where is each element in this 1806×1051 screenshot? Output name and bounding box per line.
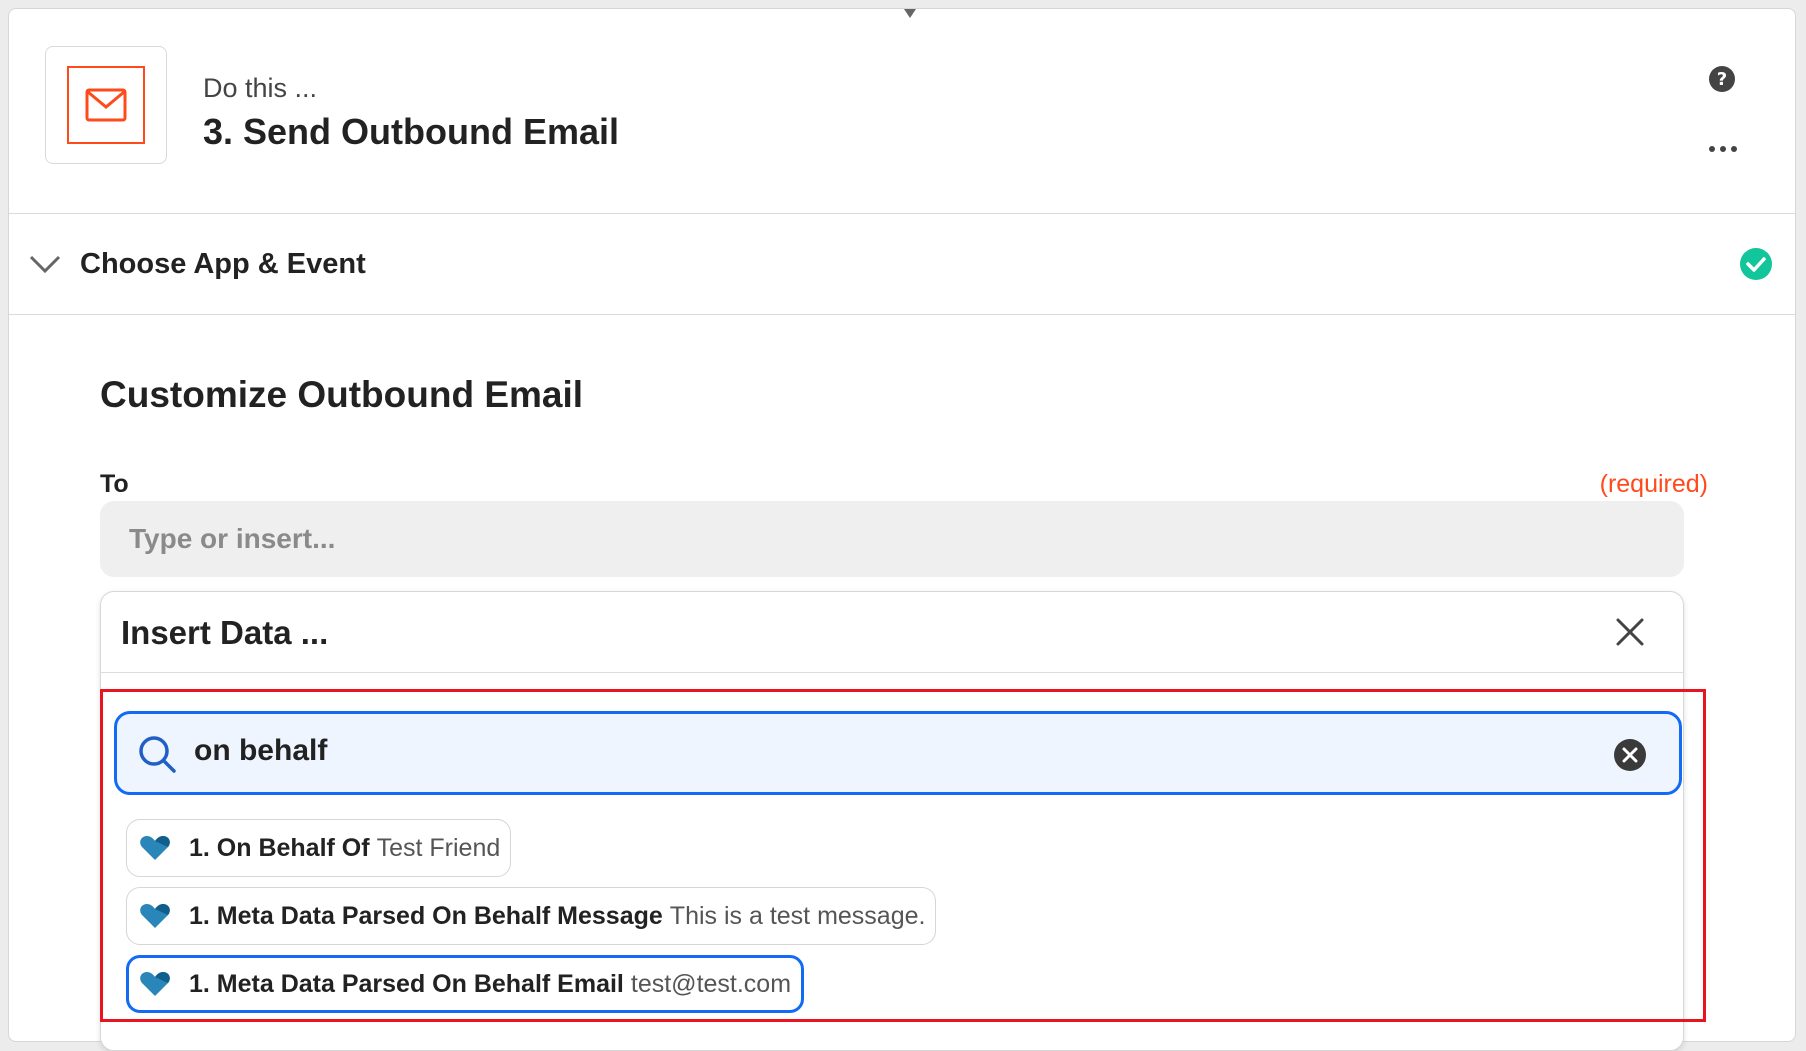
to-field-label: To	[100, 470, 129, 498]
to-field-input[interactable]: Type or insert...	[100, 501, 1684, 577]
mail-icon-frame	[67, 66, 145, 144]
item-value: Test Friend	[376, 833, 501, 862]
svg-text:?: ?	[1717, 69, 1727, 90]
list-item-on-behalf-of[interactable]: 1. On Behalf Of Test Friend	[126, 819, 512, 877]
search-icon	[139, 736, 176, 773]
step-header[interactable]: Do this ... 3. Send Outbound Email ?	[9, 9, 1795, 214]
search-value[interactable]: on behalf	[194, 734, 327, 768]
chevron-down-icon[interactable]	[28, 253, 62, 275]
heart-icon	[140, 972, 170, 996]
list-item-meta-message[interactable]: 1. Meta Data Parsed On Behalf Message Th…	[126, 887, 937, 945]
required-indicator: (required)	[1599, 470, 1708, 498]
item-key: 1. On Behalf Of	[189, 833, 370, 862]
insert-data-header: Insert Data ...	[101, 592, 1683, 673]
item-key: 1. Meta Data Parsed On Behalf Message	[189, 901, 663, 930]
app-icon	[45, 46, 167, 164]
heart-icon	[140, 904, 170, 928]
more-icon[interactable]	[1707, 143, 1739, 155]
section-title[interactable]: Choose App & Event	[80, 248, 366, 281]
form-title: Customize Outbound Email	[100, 374, 584, 415]
step-title[interactable]: 3. Send Outbound Email	[203, 111, 619, 153]
list-item-meta-email[interactable]: 1. Meta Data Parsed On Behalf Email test…	[126, 955, 805, 1013]
heart-icon	[140, 836, 170, 860]
search-input[interactable]: on behalf	[114, 711, 1682, 795]
step-prefix: Do this ...	[203, 73, 318, 103]
insert-data-title: Insert Data ...	[121, 614, 329, 651]
clear-icon[interactable]	[1613, 738, 1647, 772]
check-circle-icon	[1740, 248, 1772, 280]
close-icon[interactable]	[1614, 616, 1646, 648]
item-key: 1. Meta Data Parsed On Behalf Email	[189, 969, 624, 998]
mail-icon	[85, 88, 127, 122]
help-icon[interactable]: ?	[1708, 65, 1736, 93]
item-value: This is a test message.	[669, 901, 926, 930]
choose-app-event-section[interactable]: Choose App & Event	[9, 214, 1795, 315]
item-value: test@test.com	[630, 969, 792, 998]
